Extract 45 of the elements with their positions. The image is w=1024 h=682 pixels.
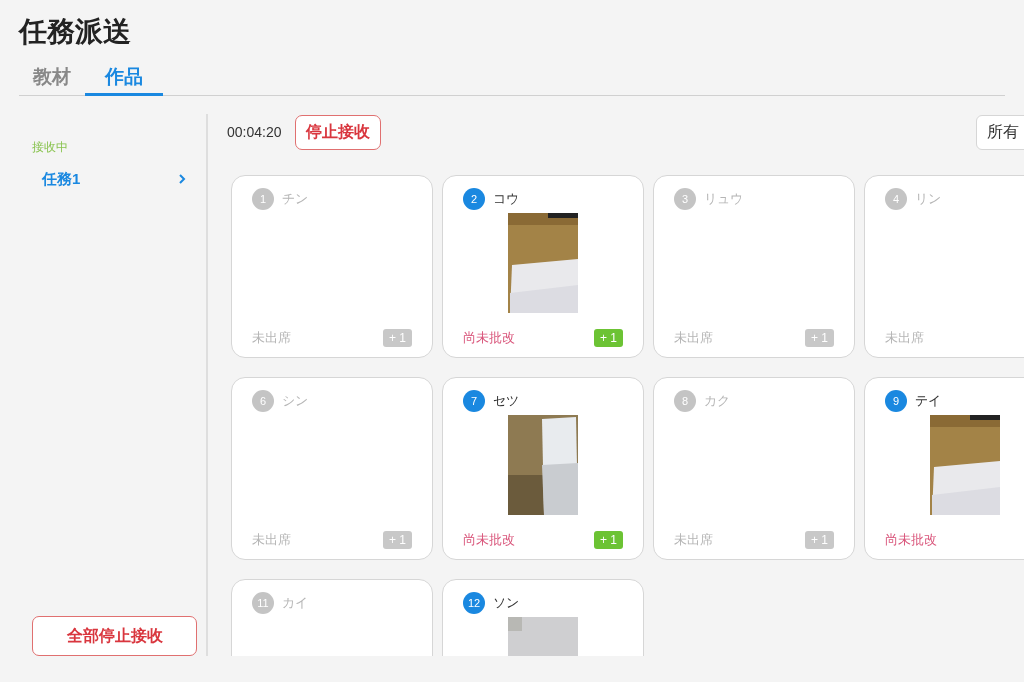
stop-all-button[interactable]: 全部停止接收: [32, 616, 197, 656]
student-card[interactable]: 2 コウ 尚未批改 + 1: [442, 175, 644, 358]
status-text: 未出席: [252, 531, 291, 550]
student-card[interactable]: 4 リン 未出席: [864, 175, 1024, 358]
student-card[interactable]: 9 テイ 尚未批改: [864, 377, 1024, 560]
status-text: 尚未批改: [463, 329, 515, 348]
chevron-right-icon: [178, 173, 186, 186]
student-name: シン: [282, 392, 308, 411]
student-name: リン: [915, 190, 941, 209]
status-text: 未出席: [252, 329, 291, 348]
task-item[interactable]: 任務1: [42, 168, 186, 191]
student-number: 1: [252, 188, 274, 210]
count-badge: + 1: [594, 531, 623, 549]
tab[interactable]: 作品: [85, 62, 163, 96]
stop-button[interactable]: 停止接收: [294, 114, 381, 150]
status-text: 未出席: [885, 329, 924, 348]
student-name: セツ: [493, 392, 519, 411]
student-name: チン: [282, 190, 308, 209]
student-name: リュウ: [704, 190, 743, 209]
group-label: 接收中: [32, 139, 69, 156]
status-text: 尚未批改: [463, 531, 515, 550]
student-number: 11: [252, 592, 274, 614]
tab[interactable]: 教材: [19, 62, 85, 96]
page-title: 任務派送: [19, 15, 132, 49]
student-number: 9: [885, 390, 907, 412]
student-name: カク: [704, 392, 730, 411]
student-name: ソン: [493, 594, 519, 613]
student-name: カイ: [282, 594, 308, 613]
student-number: 12: [463, 592, 485, 614]
filter-dropdown[interactable]: 所有: [976, 114, 1024, 150]
student-card[interactable]: 12 ソン: [442, 579, 644, 656]
status-text: 尚未批改: [885, 531, 937, 550]
student-card[interactable]: 11 カイ: [231, 579, 433, 656]
student-name: コウ: [493, 190, 519, 209]
student-number: 7: [463, 390, 485, 412]
student-number: 3: [674, 188, 696, 210]
status-text: 未出席: [674, 531, 713, 550]
student-number: 8: [674, 390, 696, 412]
count-badge: + 1: [594, 329, 623, 347]
student-card[interactable]: 7 セツ 尚未批改 + 1: [442, 377, 644, 560]
student-number: 2: [463, 188, 485, 210]
student-name: テイ: [915, 392, 941, 411]
student-number: 4: [885, 188, 907, 210]
timer-text: 00:04:20: [227, 122, 282, 142]
status-text: 未出席: [674, 329, 713, 348]
